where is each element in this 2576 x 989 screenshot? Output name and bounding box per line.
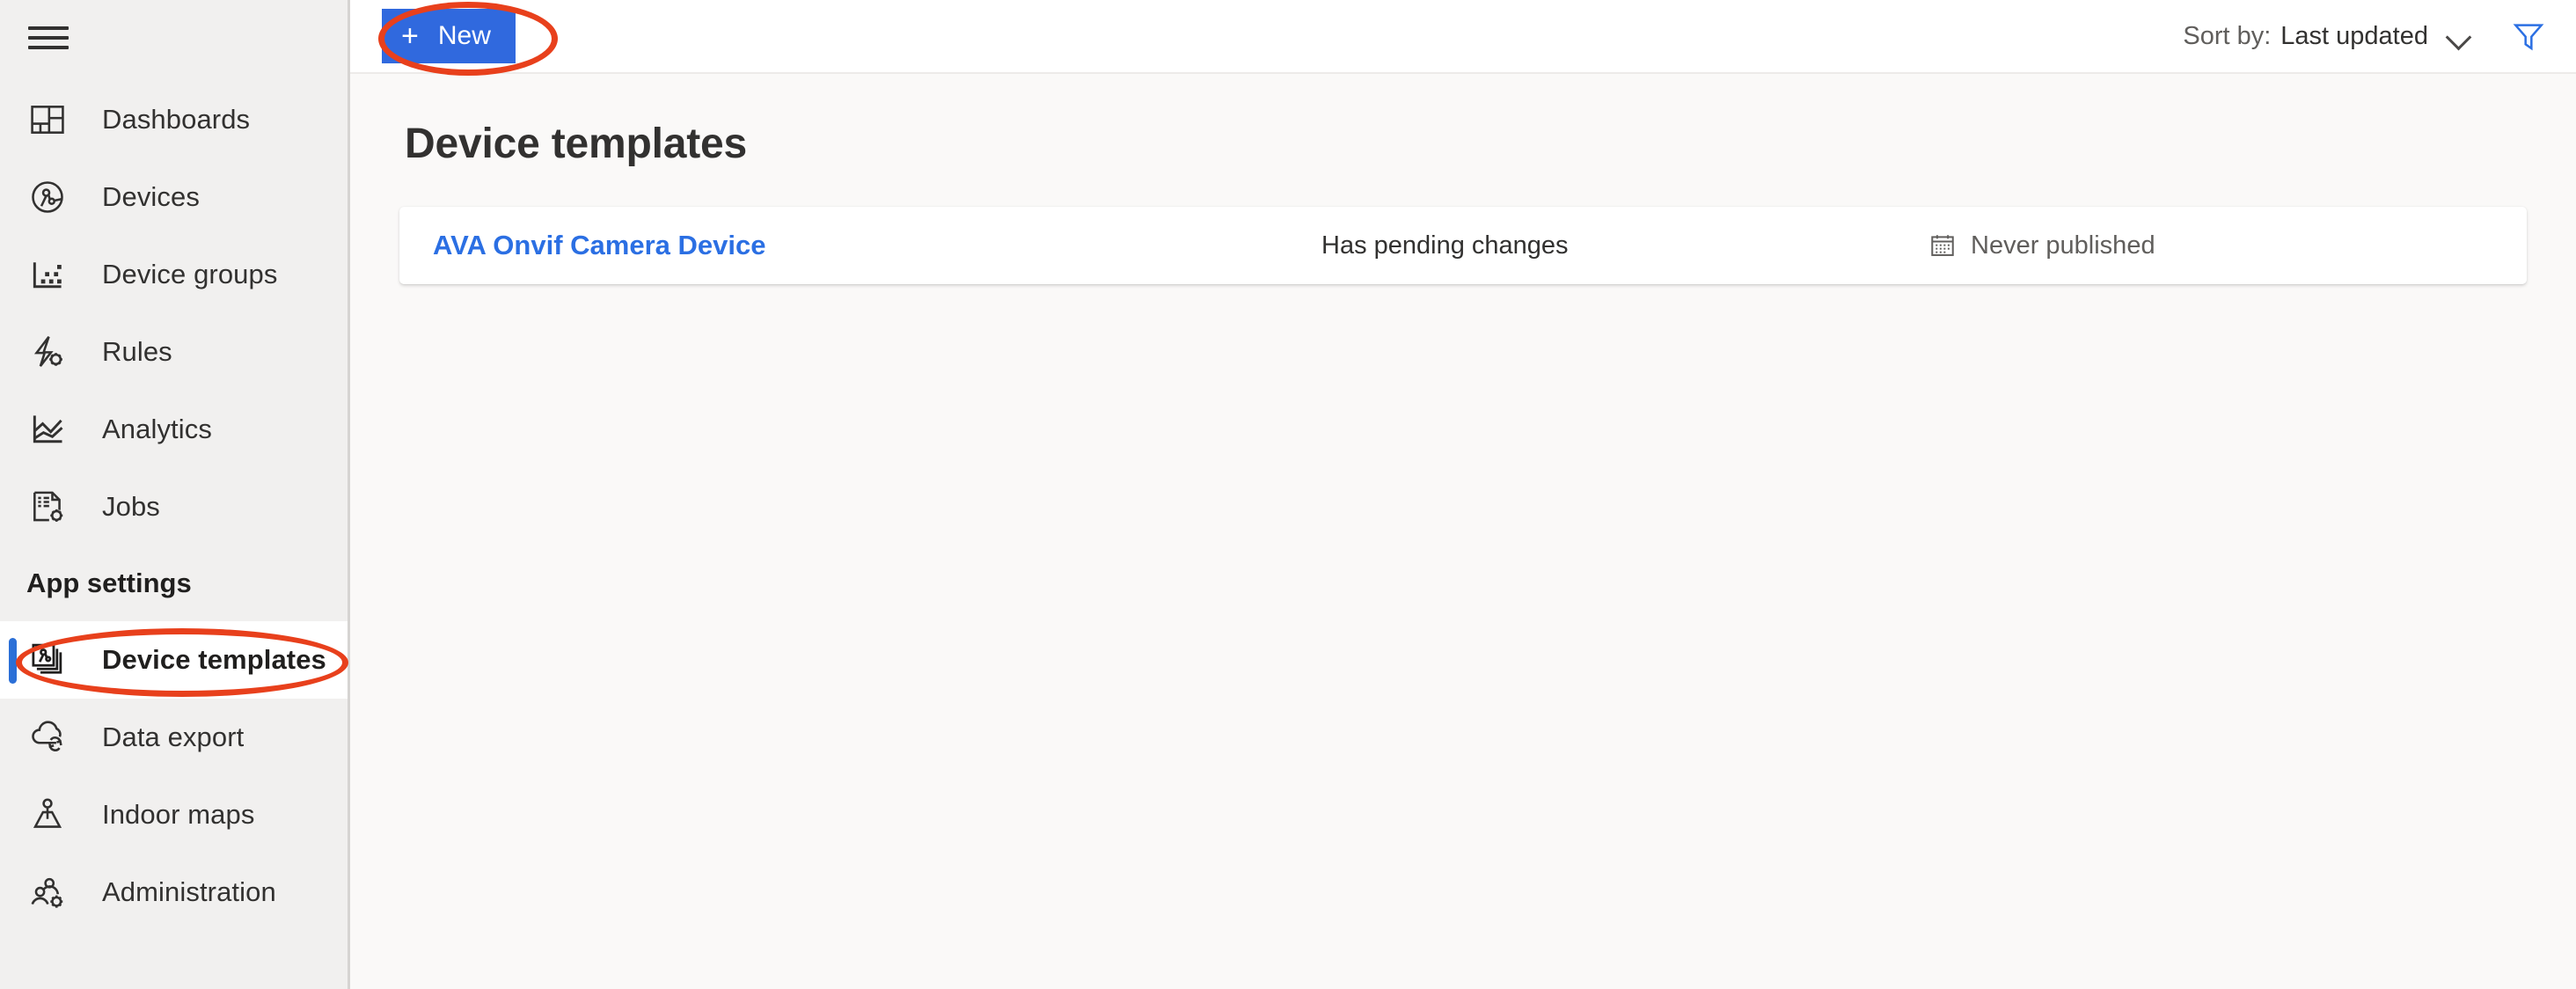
chevron-down-icon[interactable] [2446, 23, 2472, 49]
page-title: Device templates [405, 121, 748, 167]
sidebar-item-label: Device groups [102, 259, 278, 289]
sidebar-item-device-groups[interactable]: Device groups [0, 236, 348, 313]
sidebar-section-app-settings: App settings [26, 568, 192, 598]
content-region: Device templates AVA Onvif Camera Device… [350, 74, 2576, 989]
sidebar-item-label: Jobs [102, 491, 160, 522]
sidebar-item-administration[interactable]: Administration [0, 853, 348, 931]
jobs-icon [23, 487, 72, 526]
dashboards-icon [23, 100, 72, 139]
selected-indicator-bar [9, 638, 17, 684]
sidebar-item-indoor-maps[interactable]: Indoor maps [0, 776, 348, 853]
sidebar-item-label: Administration [102, 876, 276, 907]
hamburger-bar [28, 46, 69, 49]
sidebar: Dashboards Devices Device groups Rules A… [0, 0, 350, 989]
device-groups-icon [23, 255, 72, 294]
sidebar-item-devices[interactable]: Devices [0, 158, 348, 236]
command-bar-right: Sort by: Last updated [2183, 15, 2550, 57]
sidebar-item-label: Rules [102, 336, 172, 367]
template-published-label: Never published [1971, 231, 2155, 260]
app-root: Dashboards Devices Device groups Rules A… [0, 0, 2576, 989]
administration-icon [23, 873, 72, 912]
sort-by-label: Sort by: [2183, 21, 2272, 50]
sidebar-item-data-export[interactable]: Data export [0, 699, 348, 776]
sort-by-dropdown[interactable]: Sort by: Last updated [2183, 22, 2428, 51]
hamburger-bar [28, 36, 69, 40]
template-name-link[interactable]: AVA Onvif Camera Device [433, 230, 765, 260]
indoor-maps-icon [23, 795, 72, 834]
calendar-icon [1928, 231, 1957, 260]
data-export-icon [23, 718, 72, 757]
sidebar-item-device-templates[interactable]: Device templates [0, 621, 348, 699]
template-name-cell: AVA Onvif Camera Device [433, 230, 1321, 261]
template-status-cell: Has pending changes [1321, 231, 1569, 260]
sidebar-item-label: Data export [102, 722, 245, 752]
table-row[interactable]: AVA Onvif Camera Device Has pending chan… [399, 207, 2527, 284]
sidebar-item-label: Device templates [102, 644, 326, 675]
template-published-cell: Never published [1928, 231, 2527, 260]
filter-funnel-icon[interactable] [2507, 15, 2550, 57]
sidebar-item-label: Devices [102, 181, 200, 212]
main-area: + New Sort by: Last updated Device templ… [350, 0, 2576, 989]
hamburger-bar [28, 26, 69, 30]
new-button[interactable]: + New [382, 9, 516, 63]
analytics-icon [23, 410, 72, 449]
hamburger-icon[interactable] [28, 21, 70, 55]
sidebar-item-jobs[interactable]: Jobs [0, 468, 348, 546]
rules-icon [23, 333, 72, 371]
command-bar: + New Sort by: Last updated [350, 0, 2576, 74]
sidebar-item-rules[interactable]: Rules [0, 313, 348, 391]
sidebar-item-analytics[interactable]: Analytics [0, 391, 348, 468]
device-templates-icon [23, 641, 72, 679]
new-button-label: New [437, 21, 491, 50]
sidebar-item-label: Dashboards [102, 104, 251, 135]
plus-icon: + [401, 19, 419, 53]
sidebar-item-label: Indoor maps [102, 799, 255, 830]
sidebar-nav-list: Dashboards Devices Device groups Rules A… [0, 81, 348, 931]
sidebar-item-label: Analytics [102, 414, 212, 444]
devices-icon [23, 178, 72, 216]
sidebar-item-dashboards[interactable]: Dashboards [0, 81, 348, 158]
sort-by-value: Last updated [2280, 21, 2428, 50]
